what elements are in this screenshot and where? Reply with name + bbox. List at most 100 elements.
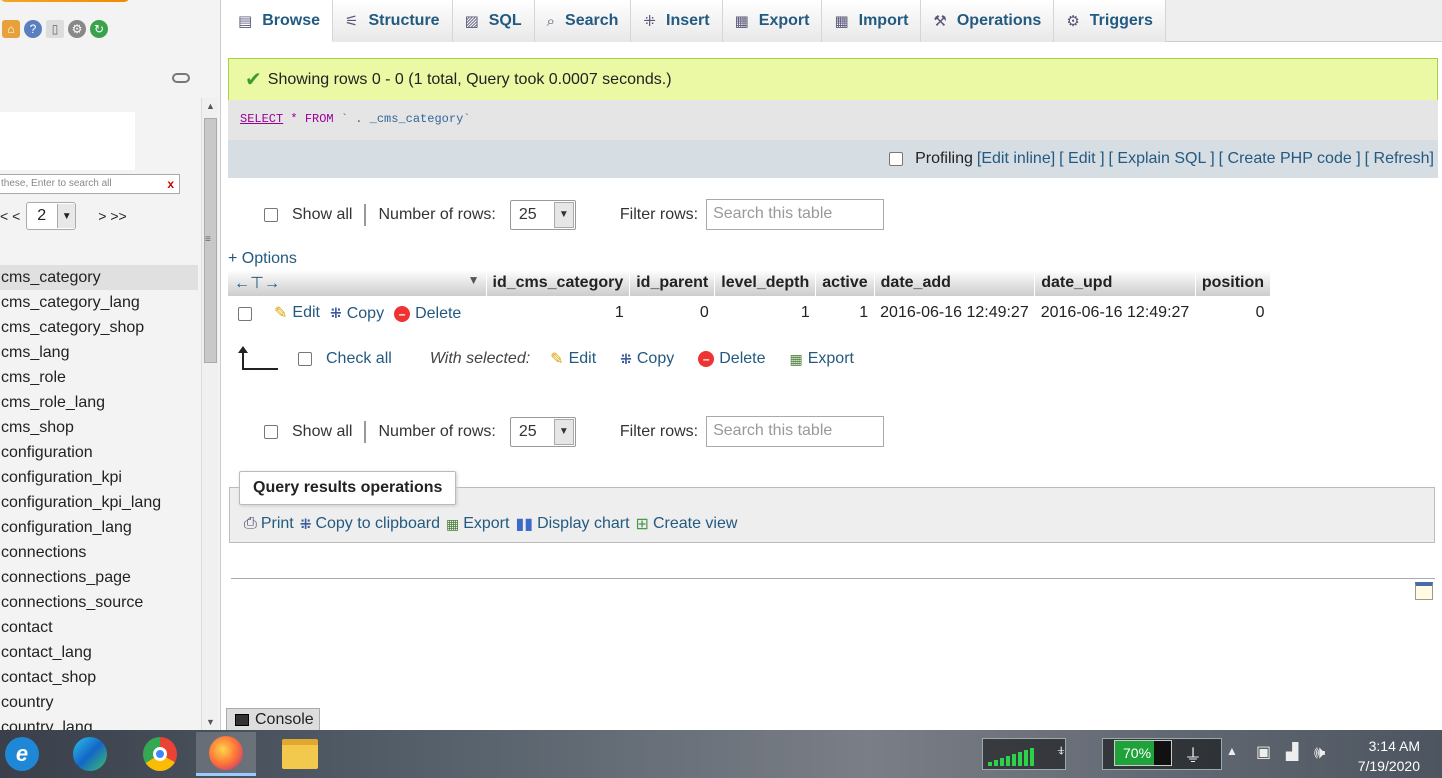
bulk-copy-button[interactable]: ⁜ Copy [620,350,674,368]
profiling-checkbox[interactable] [889,152,904,166]
nav-table-item[interactable]: configuration_kpi_lang [0,490,198,515]
export-link[interactable]: ▦ Export [446,515,509,533]
column-header[interactable]: position [1195,270,1272,296]
bulk-export-button[interactable]: ▦ Export [789,350,853,368]
nav-table-item[interactable]: cms_category [0,265,198,290]
row-delete-button[interactable]: – Delete [394,305,461,323]
display-chart-link[interactable]: ▮▮ Display chart [515,514,629,534]
tab-import[interactable]: ▦ Import [822,0,922,42]
filter-rows-input[interactable]: Search this table [706,199,885,230]
nav-scrollbar[interactable]: ▲ ≡ ▼ [201,98,218,730]
panel-resize-grip-icon[interactable]: ≡ [205,234,211,245]
network-icon[interactable]: ▟ [1286,742,1298,762]
pager-next[interactable]: > >> [98,208,126,224]
options-toggle[interactable]: + Options [228,250,297,268]
refresh-link[interactable]: [ Refresh] [1365,150,1434,168]
column-arrows-icon[interactable]: ←⊤→ [234,275,280,292]
show-all-checkbox[interactable] [264,424,278,439]
print-link[interactable]: ⎙ Print [244,515,294,533]
nav-table-item[interactable]: cms_role_lang [0,390,198,415]
column-header[interactable]: date_add [874,270,1036,296]
create-php-code-link[interactable]: [ Create PHP code ] [1219,150,1361,168]
table-cell[interactable]: 2016-06-16 12:49:27 [1034,296,1196,330]
nav-table-item[interactable]: cms_lang [0,340,198,365]
nav-table-item[interactable]: connections_page [0,565,198,590]
nav-table-item[interactable]: configuration_kpi [0,465,198,490]
table-cell[interactable]: 1 [486,296,630,330]
help-icon[interactable]: ? [24,20,42,38]
nav-table-item[interactable]: connections_source [0,590,198,615]
tab-triggers[interactable]: ⚙ Triggers [1054,0,1166,42]
check-all-label[interactable]: Check all [326,350,392,368]
link-with-main-icon[interactable] [172,73,190,83]
tab-operations[interactable]: ⚒ Operations [921,0,1055,42]
nav-table-item[interactable]: configuration_lang [0,515,198,540]
edit-link[interactable]: [ Edit ] [1059,150,1104,168]
edit-inline-link[interactable]: [Edit inline] [977,150,1055,168]
nav-table-item[interactable]: contact_shop [0,665,198,690]
clear-filter-icon[interactable]: x [167,175,174,193]
firefox-app[interactable] [196,732,256,776]
create-view-link[interactable]: ⊞ Create view [636,514,738,534]
show-hidden-icons[interactable]: ▲ [1226,744,1238,758]
console-tab[interactable]: Console [226,708,320,730]
table-cell[interactable]: 2016-06-16 12:49:27 [874,296,1035,330]
tab-export[interactable]: ▦ Export [722,0,823,42]
chrome-app[interactable] [130,732,190,776]
column-header[interactable]: id_cms_category [486,270,631,296]
pager-prev[interactable]: < < [0,208,20,224]
nav-table-item[interactable]: cms_role [0,365,198,390]
nav-table-item[interactable]: country [0,690,198,715]
rows-select[interactable]: 25 ▼ [509,416,576,447]
check-all-checkbox[interactable] [298,352,312,366]
tab-insert[interactable]: ⁜ Insert [631,0,723,42]
phpmyadmin-logo[interactable] [0,0,130,2]
nav-filter-input[interactable]: these, Enter to search all x [0,174,180,194]
internet-explorer-app[interactable]: e [0,732,52,776]
reload-icon[interactable]: ↻ [90,20,108,38]
battery-indicator[interactable]: 70% [1114,740,1172,766]
bulk-edit-button[interactable]: ✎ Edit [550,349,596,369]
copy-to-clipboard-link[interactable]: ⁜ Copy to clipboard [300,515,440,533]
device-icon[interactable]: ▣ [1256,742,1271,762]
table-cell[interactable]: 1 [714,296,816,330]
edge-app[interactable] [60,732,120,776]
nav-table-item[interactable]: country_lang [0,715,198,730]
explain-sql-link[interactable]: [ Explain SQL ] [1109,150,1215,168]
rows-select[interactable]: 25 ▼ [509,199,576,230]
row-edit-button[interactable]: ✎ Edit [274,303,320,323]
nav-table-item[interactable]: configuration [0,440,198,465]
table-cell[interactable]: 0 [1195,296,1271,330]
pager-select[interactable]: 2 ▼ [26,202,77,230]
nav-table-item[interactable]: contact_lang [0,640,198,665]
tab-browse[interactable]: ▤ Browse [226,0,333,42]
tab-search[interactable]: ⌕ Search [534,0,632,42]
scroll-down-icon[interactable]: ▼ [206,717,215,727]
wireless-icon[interactable]: ⍖ [1056,740,1067,761]
page-settings-icon[interactable] [1415,582,1433,600]
nav-table-item[interactable]: cms_category_shop [0,315,198,340]
tab-structure[interactable]: ⚟ Structure [332,0,453,42]
tab-sql[interactable]: ▨ SQL [452,0,535,42]
nav-table-item[interactable]: connections [0,540,198,565]
column-header[interactable]: date_upd [1034,270,1196,296]
docs-icon[interactable]: ▯ [46,20,64,38]
column-header[interactable]: level_depth [714,270,817,296]
nav-table-item[interactable]: cms_category_lang [0,290,198,315]
row-copy-button[interactable]: ⁜ Copy [330,305,384,323]
table-cell[interactable]: 0 [629,296,715,330]
show-all-checkbox[interactable] [264,207,278,222]
taskbar-clock[interactable]: 3:14 AM 7/19/2020 [1350,736,1420,776]
nav-table-item[interactable]: cms_shop [0,415,198,440]
table-cell[interactable]: 1 [815,296,875,330]
scroll-up-icon[interactable]: ▲ [206,101,215,111]
file-explorer-app[interactable] [270,732,330,776]
filter-rows-input[interactable]: Search this table [706,416,885,447]
volume-icon[interactable]: 🕪 [1314,742,1325,763]
column-header[interactable]: active [815,270,875,296]
nav-table-item[interactable]: contact [0,615,198,640]
sql-keyword-select[interactable]: SELECT [240,112,283,126]
bulk-delete-button[interactable]: – Delete [698,350,765,368]
column-header[interactable]: id_parent [629,270,716,296]
column-menu-icon[interactable]: ▼ [468,273,480,287]
